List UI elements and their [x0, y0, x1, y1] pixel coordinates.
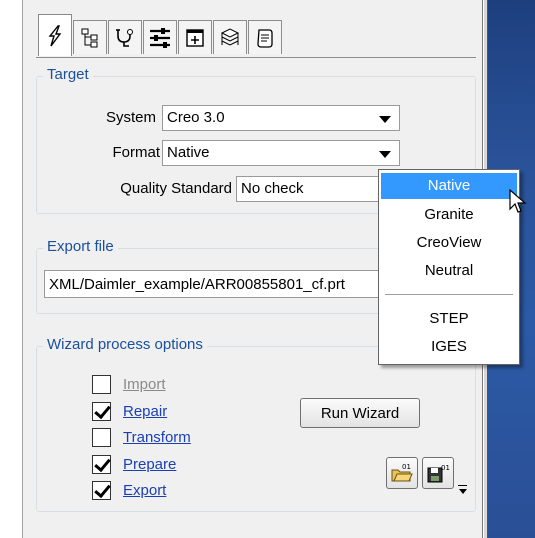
system-combo[interactable]: Creo 3.0 — [162, 105, 400, 131]
prepare-checkbox[interactable] — [92, 454, 111, 474]
option-prepare[interactable]: Prepare — [92, 451, 176, 477]
tab-script[interactable] — [248, 20, 282, 54]
format-option-neutral[interactable]: Neutral — [379, 258, 519, 284]
option-repair[interactable]: Repair — [92, 398, 167, 424]
menu-dash — [458, 485, 467, 486]
import-checkbox[interactable] — [92, 374, 111, 394]
tree-structure-icon — [81, 28, 98, 47]
save-disk-icon: 01 — [427, 464, 450, 483]
tab-structure[interactable] — [73, 20, 107, 54]
format-option-iges[interactable]: IGES — [379, 334, 519, 360]
run-wizard-button[interactable]: Run Wizard — [300, 398, 420, 428]
format-combo[interactable]: Native — [162, 140, 400, 166]
quality-standard-value: No check — [241, 180, 304, 197]
tab-tools[interactable] — [143, 20, 177, 54]
export-link[interactable]: Export — [123, 482, 166, 499]
import-link: Import — [123, 375, 166, 393]
repair-link[interactable]: Repair — [123, 403, 167, 420]
format-option-creoview[interactable]: CreoView — [379, 230, 519, 256]
svg-text:01: 01 — [402, 463, 411, 471]
tab-divider — [36, 57, 476, 58]
transform-checkbox[interactable] — [92, 427, 111, 447]
dropdown-separator — [385, 294, 513, 295]
export-file-path-field[interactable]: XML/Daimler_example/ARR00855801_cf.prt — [44, 270, 380, 298]
chevron-down-icon[interactable] — [379, 116, 391, 123]
system-value: Creo 3.0 — [167, 109, 225, 126]
format-label: Format — [112, 144, 160, 161]
wizard-options-legend: Wizard process options — [43, 336, 207, 353]
stethoscope-icon — [116, 28, 133, 47]
system-label: System — [105, 109, 156, 126]
load-settings-button[interactable]: 01 — [386, 457, 418, 489]
tab-layers[interactable] — [213, 20, 247, 54]
script-scroll-icon — [257, 28, 273, 48]
export-checkbox[interactable] — [92, 480, 111, 500]
transform-link[interactable]: Transform — [123, 429, 191, 446]
format-option-step[interactable]: STEP — [379, 306, 519, 332]
open-folder-icon: 01 — [391, 463, 413, 482]
lightning-icon — [48, 24, 62, 46]
quality-standard-label: Quality Standard — [120, 180, 232, 197]
target-legend: Target — [43, 66, 93, 83]
option-import[interactable]: Import — [92, 371, 166, 397]
add-window-icon — [186, 28, 204, 47]
save-settings-button[interactable]: 01 — [422, 457, 454, 489]
chevron-down-icon[interactable] — [379, 151, 391, 158]
option-transform[interactable]: Transform — [92, 424, 191, 450]
mouse-cursor-icon — [509, 189, 527, 213]
chevron-down-icon[interactable] — [459, 489, 467, 494]
repair-checkbox[interactable] — [92, 401, 111, 421]
prepare-link[interactable]: Prepare — [123, 456, 176, 473]
format-option-granite[interactable]: Granite — [379, 202, 519, 228]
option-export[interactable]: Export — [92, 477, 166, 503]
export-file-legend: Export file — [43, 238, 118, 255]
format-dropdown-list[interactable]: Native Granite CreoView Neutral STEP IGE… — [378, 169, 520, 365]
tab-add[interactable] — [178, 20, 212, 54]
tab-diagnostics[interactable] — [108, 20, 142, 54]
quality-standard-combo[interactable]: No check — [236, 176, 400, 202]
svg-text:01: 01 — [441, 464, 450, 472]
tab-wizard[interactable] — [38, 14, 72, 56]
format-option-native[interactable]: Native — [381, 173, 517, 199]
format-value: Native — [167, 144, 210, 161]
tools-icon — [150, 27, 170, 48]
layers-stack-icon — [220, 27, 240, 46]
